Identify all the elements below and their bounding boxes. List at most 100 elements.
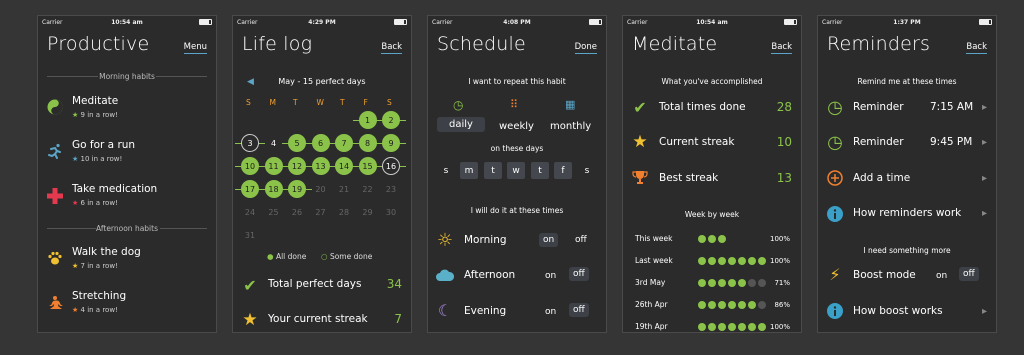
calendar-day[interactable]: 13 [311, 157, 330, 175]
habit-name: Go for a run [72, 139, 136, 151]
toggle-off[interactable]: off [959, 267, 979, 281]
stat-value: 34 [386, 277, 402, 291]
calendar-day[interactable]: 17 [241, 180, 259, 198]
status-bar: Carrier 1:37 PM [818, 16, 996, 29]
toggle-on[interactable]: on [932, 269, 951, 283]
status-time: 10:54 am [111, 19, 143, 26]
day-sat[interactable]: s [578, 162, 596, 179]
weekday-label: T [293, 98, 298, 107]
calendar-day[interactable]: 2 [382, 111, 400, 129]
calendar-day[interactable]: 23 [382, 180, 400, 198]
back-button[interactable]: Back [771, 42, 792, 54]
day-thu[interactable]: t [531, 162, 549, 179]
calendar-week: 12 [241, 111, 406, 134]
calendar-day[interactable]: 6 [311, 134, 330, 152]
status-time: 4:08 PM [503, 19, 531, 26]
calendar-day[interactable]: 5 [288, 134, 306, 152]
calendar-day[interactable]: 31 [241, 226, 259, 244]
calendar-day[interactable]: 10 [241, 157, 259, 175]
calendar-day[interactable]: 8 [358, 134, 377, 152]
day-tue[interactable]: t [484, 162, 502, 179]
calendar-day[interactable]: 18 [264, 180, 283, 198]
weekday-label: S [246, 98, 251, 107]
done-button[interactable]: Done [574, 42, 597, 54]
calendar-day[interactable]: 14 [335, 157, 353, 175]
frequency-monthly[interactable]: monthly [546, 119, 595, 134]
calendar-day[interactable]: 29 [359, 203, 377, 221]
calendar-day[interactable]: 27 [312, 203, 330, 221]
reminder-label: Reminder [853, 101, 904, 113]
day-wed[interactable]: w [507, 162, 525, 179]
calendar-day[interactable]: 16 [382, 157, 400, 175]
menu-button[interactable]: Menu [183, 42, 207, 54]
grid-icon: ⠿ [510, 98, 519, 111]
calendar-day[interactable]: 28 [335, 203, 353, 221]
toggle-on[interactable]: on [539, 233, 559, 247]
weekday-label: W [316, 98, 324, 107]
back-button[interactable]: Back [966, 42, 987, 54]
calendar-week: 3456789 [235, 134, 406, 157]
time-label: Morning [464, 234, 507, 246]
calendar-day[interactable]: 4 [265, 134, 283, 152]
frequency-weekly[interactable]: weekly [495, 119, 538, 134]
star-icon: ★ [72, 111, 79, 119]
week-progress-dots [698, 301, 766, 309]
toggle-on[interactable]: on [541, 269, 560, 283]
lightning-icon: ⚡ [829, 264, 841, 284]
calendar-day[interactable]: 9 [382, 134, 400, 152]
status-bar: Carrier 4:08 PM [428, 16, 606, 29]
checkmark-icon: ✔ [243, 275, 257, 295]
calendar-day[interactable]: 3 [241, 134, 259, 152]
accomplished-label: What you've accomplished [661, 77, 763, 86]
page-title: Reminders [827, 33, 931, 55]
toggle-on[interactable]: on [541, 305, 560, 319]
back-button[interactable]: Back [381, 42, 402, 54]
reminder-time: 7:15 AM [930, 101, 974, 113]
stat-value: 7 [394, 312, 402, 326]
calendar-day[interactable]: 1 [358, 111, 377, 129]
progress-dot [728, 323, 736, 331]
habit-streak: ★ 9 in a row! [72, 111, 118, 119]
progress-dot [728, 257, 736, 265]
toggle-off[interactable]: off [571, 233, 591, 247]
progress-dot [698, 301, 706, 309]
calendar-day[interactable]: 26 [288, 203, 306, 221]
calendar-day[interactable]: 24 [241, 203, 259, 221]
calendar-day[interactable]: 12 [288, 157, 306, 175]
calendar-day[interactable]: 15 [358, 157, 377, 175]
day-sun[interactable]: s [437, 162, 455, 179]
calendar-day[interactable]: 25 [265, 203, 283, 221]
frequency-daily[interactable]: daily [437, 117, 485, 132]
boost-label: Boost mode [853, 269, 916, 281]
paw-icon [46, 249, 64, 267]
legend-some-done: ○ Some done [321, 252, 373, 261]
calendar-day[interactable]: 11 [264, 157, 283, 175]
times-label: I will do it at these times [470, 206, 564, 215]
yin-yang-icon [46, 98, 64, 116]
chevron-right-icon: ▸ [981, 306, 987, 317]
calendar-day[interactable]: 20 [312, 180, 330, 198]
time-label: Afternoon [464, 269, 516, 281]
reminder-label: Reminder [853, 136, 904, 148]
stat-label: Total times done [659, 101, 746, 113]
toggle-off[interactable]: off [569, 303, 589, 317]
info-icon [826, 205, 844, 223]
star-icon: ★ [242, 310, 258, 330]
week-label: 3rd May [635, 278, 666, 287]
habit-name: Stretching [72, 290, 127, 302]
progress-dot [718, 323, 726, 331]
progress-dot [748, 257, 756, 265]
habit-name: Walk the dog [72, 246, 141, 258]
calendar-day[interactable]: 22 [359, 180, 377, 198]
star-icon: ★ [72, 306, 79, 314]
calendar-day[interactable]: 30 [382, 203, 400, 221]
day-mon[interactable]: m [460, 162, 478, 179]
toggle-off[interactable]: off [569, 267, 589, 281]
day-fri[interactable]: f [554, 162, 572, 179]
calendar-day[interactable]: 7 [335, 134, 353, 152]
calendar-day[interactable]: 21 [335, 180, 353, 198]
calendar-day[interactable]: 19 [288, 180, 306, 198]
reminders-screen: Carrier 1:37 PM Reminders Back Remind me… [817, 15, 997, 333]
status-time: 4:29 PM [308, 19, 336, 26]
week-progress-dots [698, 257, 766, 265]
